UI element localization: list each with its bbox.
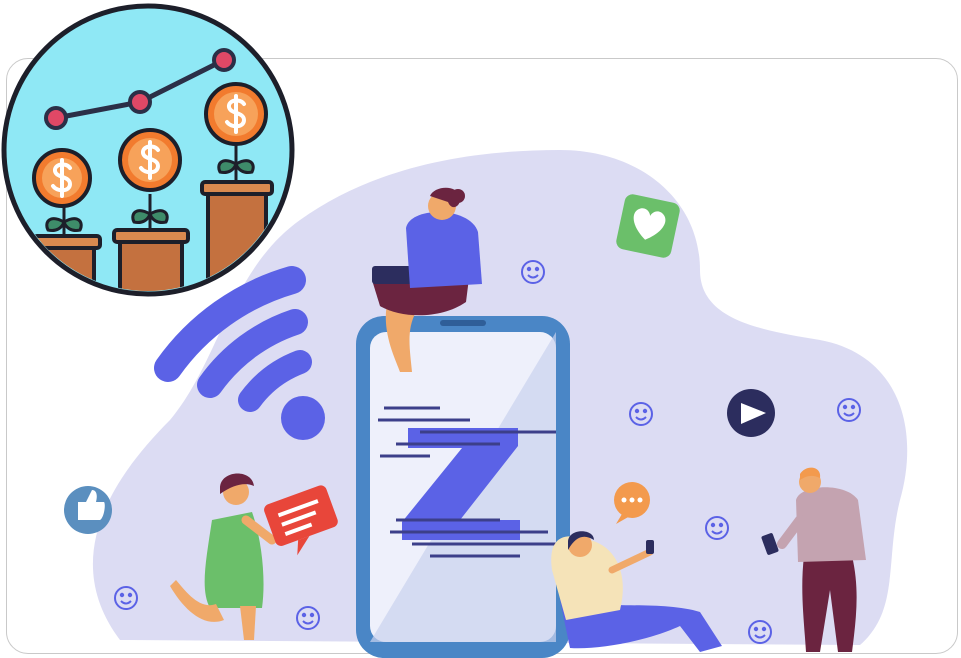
chart-point (128, 90, 152, 114)
heart-tile-icon (616, 194, 680, 258)
play-button-icon (727, 389, 775, 437)
thumbs-up-icon (64, 486, 112, 534)
illustration-scene (1, 3, 908, 658)
wifi-dot (281, 396, 325, 440)
chart-point (212, 48, 236, 72)
growth-chart-badge-icon (1, 3, 295, 297)
chart-point (44, 106, 68, 130)
